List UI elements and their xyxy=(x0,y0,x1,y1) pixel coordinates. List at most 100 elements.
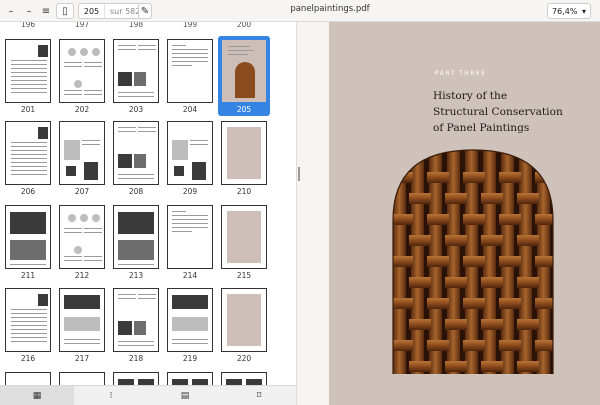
thumbnail-label: 220 xyxy=(236,354,252,363)
page-thumbnail[interactable] xyxy=(167,121,213,185)
cross-batten xyxy=(427,340,449,351)
thumbnail-label: 199 xyxy=(182,22,198,29)
tab-bookmarks[interactable]: ⌑ xyxy=(222,386,296,405)
text-line xyxy=(118,345,154,346)
page-thumbnail[interactable] xyxy=(221,121,267,185)
text-line xyxy=(11,72,47,73)
text-line xyxy=(118,45,136,46)
text-line xyxy=(138,49,156,50)
cross-batten xyxy=(553,277,575,288)
image-block xyxy=(84,162,98,180)
image-block xyxy=(74,80,82,88)
document-page[interactable]: PART THREE History of the Structural Con… xyxy=(329,22,600,405)
text-line xyxy=(11,60,47,61)
page-thumbnail[interactable] xyxy=(113,288,159,352)
page-thumbnail[interactable] xyxy=(167,372,213,386)
page-thumbnail[interactable] xyxy=(113,121,159,185)
page-thumbnail[interactable] xyxy=(167,205,213,269)
cross-batten xyxy=(481,361,503,372)
text-line xyxy=(11,84,47,85)
page-thumbnail[interactable] xyxy=(221,372,267,386)
image-block xyxy=(64,140,80,160)
page-thumbnail[interactable] xyxy=(5,372,51,386)
text-line xyxy=(64,62,82,63)
resize-grip[interactable] xyxy=(298,167,300,181)
zoom-selector[interactable]: 76,4% ▾ xyxy=(547,3,591,19)
cross-batten xyxy=(499,256,521,267)
thumbnail-label: 212 xyxy=(74,271,90,280)
page-thumbnail[interactable] xyxy=(59,39,105,103)
cross-batten xyxy=(481,277,503,288)
zoom-value: 76,4% xyxy=(552,6,578,16)
text-line xyxy=(118,264,154,265)
page-thumbnail[interactable] xyxy=(5,205,51,269)
image-block xyxy=(68,48,76,56)
image-block xyxy=(118,72,132,86)
cross-batten xyxy=(517,361,539,372)
tab-annotations[interactable]: ▤ xyxy=(148,386,222,405)
thumbnail-sidebar[interactable]: 196 197 198 199 200 201 202 203 204 205 206 207 208 2… xyxy=(0,22,296,405)
page-thumbnail[interactable] xyxy=(221,39,267,103)
grid-icon: ▦ xyxy=(32,390,42,401)
cross-batten xyxy=(553,235,575,246)
text-line xyxy=(84,90,102,91)
current-page-input[interactable]: 205 xyxy=(79,4,105,18)
cross-batten xyxy=(517,277,539,288)
menu-icon: ≡ xyxy=(41,5,51,17)
arched-panel-illustration xyxy=(392,149,575,374)
minimize-window-button[interactable]: – xyxy=(20,3,38,19)
page-thumbnail[interactable] xyxy=(59,372,105,386)
page-thumbnail[interactable] xyxy=(113,39,159,103)
tab-outline[interactable]: ⁝ xyxy=(74,386,148,405)
cross-batten xyxy=(409,235,431,246)
page-thumbnail[interactable] xyxy=(59,288,105,352)
thumbnail-label: 217 xyxy=(74,354,90,363)
page-thumbnail[interactable] xyxy=(167,39,213,103)
page-thumbnail[interactable] xyxy=(167,288,213,352)
thumbnail-label: 218 xyxy=(128,354,144,363)
text-line xyxy=(11,329,47,330)
cross-batten xyxy=(427,298,449,309)
text-line xyxy=(11,321,47,322)
cross-batten xyxy=(463,256,485,267)
cross-batten xyxy=(499,298,521,309)
pane-separator[interactable] xyxy=(296,22,328,405)
cross-batten xyxy=(427,214,449,225)
text-line xyxy=(84,66,102,67)
thumbnail-label: 198 xyxy=(128,22,144,29)
image-block xyxy=(10,212,46,234)
page-thumbnail[interactable] xyxy=(5,121,51,185)
page-thumbnail[interactable] xyxy=(221,205,267,269)
document-title: panelpaintings.pdf xyxy=(290,4,370,14)
minimize-glyph: – xyxy=(8,5,14,17)
image-block xyxy=(192,162,206,180)
page-number-entry[interactable]: 205 sur 582 xyxy=(78,3,142,19)
page-thumbnail[interactable] xyxy=(113,205,159,269)
page-thumbnail[interactable] xyxy=(5,288,51,352)
tab-thumbnails[interactable]: ▦ xyxy=(0,386,74,405)
minimize-icon[interactable]: – xyxy=(2,3,20,19)
text-line xyxy=(172,53,208,54)
page-thumbnail[interactable] xyxy=(221,288,267,352)
page-thumbnail[interactable] xyxy=(59,205,105,269)
text-line xyxy=(118,178,154,179)
text-line xyxy=(172,45,186,46)
sidebar-icon: ▯ xyxy=(62,5,68,17)
cross-batten xyxy=(535,340,553,351)
text-line xyxy=(118,174,154,175)
text-line xyxy=(64,232,82,233)
page-thumbnail[interactable] xyxy=(5,39,51,103)
sidebar-toggle-button[interactable]: ▯ xyxy=(56,3,74,19)
annotate-button[interactable]: ✎ xyxy=(138,3,152,19)
image-block xyxy=(92,214,100,222)
page-thumbnail[interactable] xyxy=(113,372,159,386)
thumbnail-label: 214 xyxy=(182,271,198,280)
cross-batten xyxy=(499,214,521,225)
text-line xyxy=(11,317,47,318)
wood-lattice xyxy=(393,150,575,374)
main-menu-button[interactable]: ≡ xyxy=(37,3,55,19)
page-thumbnail[interactable] xyxy=(59,121,105,185)
thumbnail-label: 211 xyxy=(20,271,36,280)
thumbnail-label: 207 xyxy=(74,187,90,196)
cross-batten xyxy=(535,298,553,309)
